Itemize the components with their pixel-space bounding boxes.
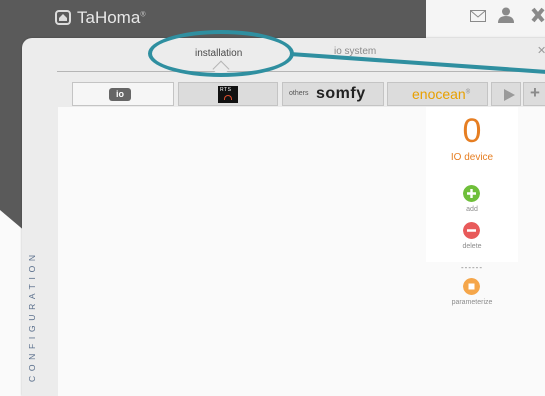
parameterize-label: parameterize (451, 299, 493, 306)
protocol-io-button[interactable]: io (72, 82, 174, 106)
close-icon[interactable] (531, 7, 545, 23)
add-label: add (466, 206, 478, 213)
add-device-button[interactable] (463, 185, 480, 202)
rts-logo: RTS (218, 86, 238, 103)
protocol-rts-button[interactable]: RTS (178, 82, 278, 106)
somfy-logo: somfy (316, 85, 366, 102)
brand-logo[interactable]: TaHoma® (77, 8, 145, 28)
home-icon (55, 10, 71, 25)
plus-icon: + (530, 83, 540, 102)
device-count: 0 (462, 112, 482, 150)
device-count-label: IO device (450, 152, 494, 163)
others-label: others (289, 90, 309, 97)
protocol-enocean-button[interactable]: enocean® (387, 82, 488, 106)
play-icon (504, 89, 515, 101)
action-separator: ------ (461, 263, 483, 272)
user-icon[interactable] (497, 7, 515, 23)
sidebar-label: CONFIGURATION (27, 250, 37, 382)
parameterize-button[interactable] (463, 278, 480, 295)
protocol-somfy-button[interactable]: others somfy (282, 82, 384, 106)
highlight-annotation (148, 30, 294, 77)
panel-close-icon[interactable]: ✕ (537, 44, 545, 57)
add-protocol-button[interactable]: + (523, 82, 545, 106)
next-protocols-button[interactable] (491, 82, 521, 106)
enocean-logo: enocean® (412, 86, 471, 102)
top-bar: TaHoma® (0, 0, 545, 38)
delete-device-button[interactable] (463, 222, 480, 239)
mail-icon[interactable] (470, 10, 486, 22)
io-logo: io (109, 88, 131, 101)
delete-label: delete (462, 243, 482, 250)
